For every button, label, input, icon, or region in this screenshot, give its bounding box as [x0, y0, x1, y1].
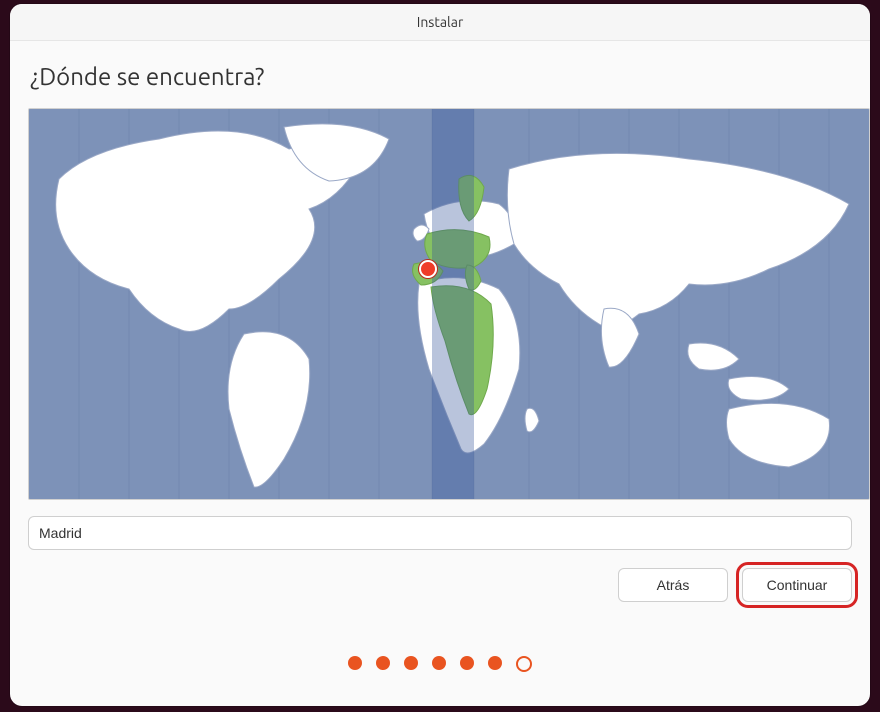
progress-dots	[10, 656, 870, 672]
location-input[interactable]	[28, 516, 852, 550]
progress-dot	[432, 656, 446, 670]
wizard-button-row: Atrás Continuar	[28, 568, 852, 602]
installer-window: Instalar ¿Dónde se encuentra?	[10, 4, 870, 706]
progress-dot	[516, 656, 532, 672]
progress-dot	[460, 656, 474, 670]
location-field	[28, 516, 852, 550]
back-button[interactable]: Atrás	[618, 568, 728, 602]
progress-dot	[376, 656, 390, 670]
timezone-map[interactable]	[28, 108, 870, 500]
window-title: Instalar	[417, 14, 464, 30]
page-title: ¿Dónde se encuentra?	[30, 63, 850, 90]
selected-timezone-band	[432, 109, 474, 499]
continue-button[interactable]: Continuar	[742, 568, 852, 602]
content-area: ¿Dónde se encuentra?	[10, 63, 870, 602]
progress-dot	[348, 656, 362, 670]
progress-dot	[488, 656, 502, 670]
progress-dot	[404, 656, 418, 670]
location-pin-icon	[419, 260, 437, 278]
window-titlebar: Instalar	[10, 4, 870, 41]
